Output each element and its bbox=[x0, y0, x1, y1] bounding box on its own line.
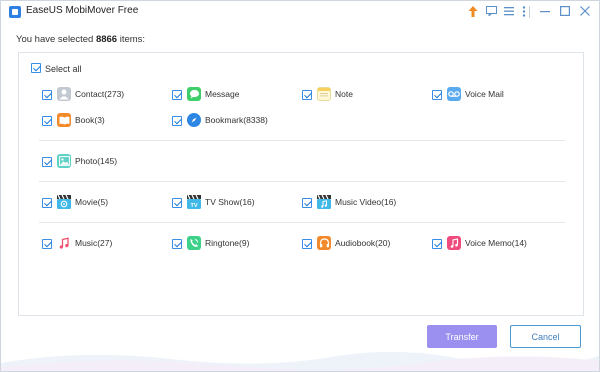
voice-mail-label: Voice Mail bbox=[465, 89, 504, 99]
movie-icon bbox=[57, 195, 71, 209]
decorative-wave bbox=[1, 351, 599, 371]
summary-prefix: You have selected bbox=[16, 34, 96, 45]
bookmark-icon bbox=[187, 113, 201, 127]
contact-label: Contact(273) bbox=[75, 89, 125, 99]
minimize-icon[interactable] bbox=[538, 4, 552, 18]
audiobook-checkbox[interactable] bbox=[302, 239, 312, 249]
tv-show-label: TV Show(16) bbox=[205, 197, 255, 207]
select-all-checkbox[interactable] bbox=[31, 63, 41, 73]
selected-count: 8866 bbox=[95, 34, 118, 45]
titlebar-separator bbox=[529, 6, 530, 18]
contact-checkbox[interactable] bbox=[42, 90, 52, 100]
close-icon[interactable] bbox=[578, 4, 592, 18]
menu-icon[interactable] bbox=[502, 4, 516, 18]
movie-label: Movie(5) bbox=[75, 197, 109, 207]
message-checkbox[interactable] bbox=[172, 90, 182, 100]
contact-icon bbox=[57, 87, 71, 101]
selection-summary: You have selected 8866 items: bbox=[16, 34, 145, 45]
ringtone-icon bbox=[187, 236, 201, 250]
app-title: EaseUS MobiMover Free bbox=[26, 5, 139, 16]
tv-show-checkbox[interactable] bbox=[172, 198, 182, 208]
select-all-label: Select all bbox=[45, 64, 82, 74]
summary-suffix: items: bbox=[117, 34, 146, 45]
feedback-icon[interactable] bbox=[484, 4, 498, 18]
section-divider bbox=[39, 140, 565, 141]
music-video-icon bbox=[317, 195, 331, 209]
music-video-checkbox[interactable] bbox=[302, 198, 312, 208]
message-icon bbox=[187, 87, 201, 101]
ringtone-checkbox[interactable] bbox=[172, 239, 182, 249]
title-bar: EaseUS MobiMover Free bbox=[1, 1, 599, 23]
book-checkbox[interactable] bbox=[42, 116, 52, 126]
voice-mail-checkbox[interactable] bbox=[432, 90, 442, 100]
svg-text:TV: TV bbox=[190, 203, 197, 209]
voicemail-icon bbox=[447, 87, 461, 101]
music-label: Music(27) bbox=[75, 238, 113, 248]
section-divider bbox=[39, 222, 565, 223]
message-label: Message bbox=[205, 89, 240, 99]
note-label: Note bbox=[335, 89, 353, 99]
section-divider bbox=[39, 181, 565, 182]
book-icon bbox=[57, 113, 71, 127]
app-window: EaseUS MobiMover Free You have selected … bbox=[0, 0, 600, 372]
book-label: Book(3) bbox=[75, 115, 105, 125]
music-checkbox[interactable] bbox=[42, 239, 52, 249]
audiobook-label: Audiobook(20) bbox=[335, 238, 391, 248]
maximize-icon[interactable] bbox=[558, 4, 572, 18]
audiobook-icon bbox=[317, 236, 331, 250]
photo-checkbox[interactable] bbox=[42, 157, 52, 167]
bookmark-checkbox[interactable] bbox=[172, 116, 182, 126]
photo-label: Photo(145) bbox=[75, 156, 118, 166]
category-panel: Select all Contact(273) Message Note Voi… bbox=[18, 52, 584, 316]
voice-memo-icon bbox=[447, 236, 461, 250]
ringtone-label: Ringtone(9) bbox=[205, 238, 250, 248]
upgrade-arrow-icon[interactable] bbox=[466, 4, 480, 18]
bookmark-label: Bookmark(8338) bbox=[205, 115, 268, 125]
tvshow-icon: TV bbox=[187, 195, 201, 209]
app-logo-icon bbox=[9, 6, 21, 18]
voice-memo-checkbox[interactable] bbox=[432, 239, 442, 249]
photo-icon bbox=[57, 154, 71, 168]
note-icon bbox=[317, 87, 331, 101]
movie-checkbox[interactable] bbox=[42, 198, 52, 208]
music-video-label: Music Video(16) bbox=[335, 197, 397, 207]
voice-memo-label: Voice Memo(14) bbox=[465, 238, 527, 248]
note-checkbox[interactable] bbox=[302, 90, 312, 100]
music-icon bbox=[57, 236, 71, 250]
